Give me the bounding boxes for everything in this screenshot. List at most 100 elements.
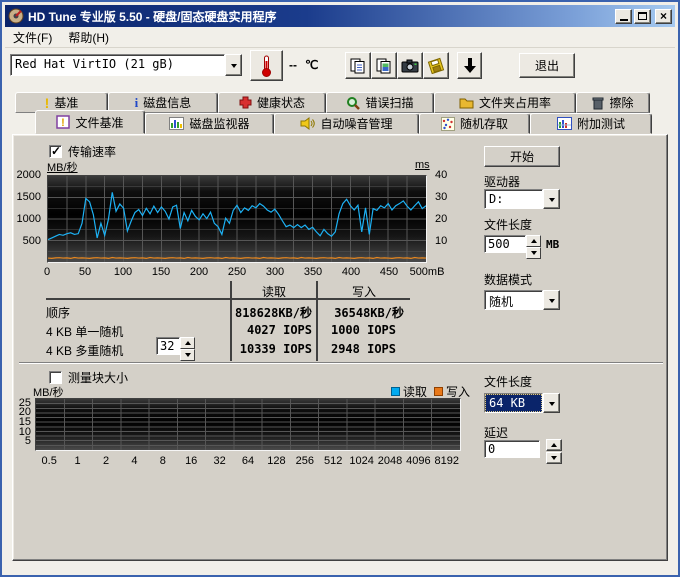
bottom-chart-x-axis: 0.512481632641282565121024204840968192: [35, 455, 461, 469]
axis-tick-label: 250: [228, 266, 246, 278]
tab-label: 自动噪音管理: [320, 115, 392, 132]
data-mode-combo[interactable]: 随机: [484, 290, 560, 310]
tab-label: 擦除: [609, 94, 633, 111]
block-size-label: 测量块大小: [68, 369, 128, 386]
axis-tick-label: 512: [324, 455, 342, 467]
axis-tick-label: 25: [19, 397, 31, 409]
drive-select[interactable]: Red Hat VirtIO (21 gB): [10, 54, 242, 76]
exclamation-icon: !: [45, 95, 50, 111]
minimize-button[interactable]: [615, 9, 632, 24]
drive-combo[interactable]: D:: [484, 189, 560, 209]
axis-tick-label: 200: [190, 266, 208, 278]
delay-input[interactable]: [484, 440, 540, 458]
random-dots-icon: [441, 117, 455, 131]
menu-file[interactable]: 文件(F): [5, 27, 60, 48]
axis-tick-label: 2000: [17, 169, 41, 181]
table-read-header: 读取: [232, 283, 316, 300]
spin-down-button[interactable]: [546, 452, 562, 464]
block-file-length-combo[interactable]: 64 KB: [484, 393, 560, 413]
table-row-write-value: 1000 IOPS: [318, 323, 396, 337]
tab-erase[interactable]: 擦除: [576, 92, 650, 113]
transfer-rate-checkbox[interactable]: [49, 145, 62, 158]
table-row-write-value: 2948 IOPS: [318, 342, 396, 356]
data-series-line: [48, 258, 426, 259]
main-chart-y-left-label: MB/秒: [47, 159, 78, 175]
file-length-value: 500: [484, 235, 526, 253]
temperature-value: --: [289, 58, 297, 72]
tab-disk-monitor[interactable]: 磁盘监视器: [145, 113, 274, 134]
axis-tick-label: 128: [267, 455, 285, 467]
block-file-length-arrow[interactable]: [543, 393, 560, 413]
drive-label: 驱动器: [484, 173, 520, 190]
axis-tick-label: 500mB: [410, 266, 445, 278]
delay-spinner: [546, 439, 562, 460]
close-button[interactable]: ×: [655, 9, 672, 24]
section-divider: [19, 362, 663, 364]
bar-chart-icon: [169, 117, 184, 130]
chevron-up-icon: [551, 440, 557, 447]
spin-up-button[interactable]: [526, 235, 541, 247]
download-button[interactable]: [457, 52, 482, 79]
drive-combo-value: D:: [484, 189, 543, 209]
delay-label: 延迟: [484, 424, 508, 441]
menu-bar: 文件(F) 帮助(H): [5, 27, 675, 48]
transfer-rate-chart: [47, 175, 427, 263]
spin-down-button[interactable]: [180, 349, 195, 361]
table-row-label: 4 KB 多重随机: [46, 342, 123, 359]
block-size-checkbox[interactable]: [49, 371, 62, 384]
data-mode-value: 随机: [484, 290, 543, 310]
axis-tick-label: 2048: [378, 455, 402, 467]
magnifier-icon: [346, 96, 360, 110]
data-mode-arrow[interactable]: [543, 290, 560, 310]
svg-text:!: !: [62, 117, 66, 129]
table-row-write-value: 36548KB/秒: [318, 304, 404, 321]
copy-image-button[interactable]: [371, 52, 397, 79]
tab-extra-tests[interactable]: 附加测试: [530, 113, 652, 134]
drive-select-arrow[interactable]: [225, 54, 242, 76]
table-row-label: 顺序: [46, 304, 70, 321]
spin-up-button[interactable]: [546, 439, 562, 451]
axis-tick-label: 8192: [435, 455, 459, 467]
axis-tick-label: 1000: [17, 213, 41, 225]
title-bar[interactable]: HD Tune 专业版 5.50 - 硬盘/固态硬盘实用程序 ×: [5, 5, 675, 27]
axis-tick-label: 10: [435, 235, 447, 247]
start-button[interactable]: 开始: [484, 146, 560, 167]
main-chart-right-axis: 10203040: [431, 175, 461, 263]
queue-depth-spinner[interactable]: 32: [156, 337, 195, 355]
tab-label: 文件夹占用率: [479, 94, 551, 111]
axis-tick-label: 1500: [17, 191, 41, 203]
axis-tick-label: 30: [435, 191, 447, 203]
tab-folder-usage[interactable]: 文件夹占用率: [434, 92, 576, 113]
transfer-rate-label: 传输速率: [68, 143, 116, 160]
temperature-button[interactable]: [250, 50, 283, 81]
file-benchmark-icon: !: [56, 115, 70, 129]
thermometer-icon: [261, 54, 272, 78]
chevron-down-icon: [531, 251, 537, 258]
tab-aam[interactable]: 自动噪音管理: [274, 113, 419, 134]
tab-file-benchmark[interactable]: ! 文件基准: [35, 110, 145, 134]
axis-tick-label: 500: [23, 235, 41, 247]
toolbar: Red Hat VirtIO (21 gB) -- ℃: [5, 49, 675, 89]
spin-up-button[interactable]: [180, 337, 195, 349]
temperature-unit: ℃: [305, 58, 318, 72]
screenshot-button[interactable]: [397, 52, 423, 79]
tab-random-access[interactable]: 随机存取: [419, 113, 530, 134]
axis-tick-label: 450: [380, 266, 398, 278]
save-results-button[interactable]: [423, 52, 449, 79]
block-file-length-value: 64 KB: [484, 393, 543, 413]
tab-error-scan[interactable]: 错误扫描: [326, 92, 434, 113]
menu-help[interactable]: 帮助(H): [60, 27, 117, 48]
copy-text-button[interactable]: [345, 52, 371, 79]
maximize-button[interactable]: [634, 9, 651, 24]
tab-health[interactable]: 健康状态: [218, 92, 326, 113]
download-arrow-icon: [463, 57, 477, 74]
save-results-icon: [427, 57, 445, 74]
drive-combo-arrow[interactable]: [543, 189, 560, 209]
tab-label: 错误扫描: [365, 94, 413, 111]
table-row-read-value: 10339 IOPS: [232, 342, 312, 356]
axis-tick-label: 64: [242, 455, 254, 467]
file-length-spinner[interactable]: 500: [484, 235, 541, 253]
spin-down-button[interactable]: [526, 247, 541, 259]
screenshot-camera-icon: [401, 58, 419, 73]
exit-button[interactable]: 退出: [519, 53, 575, 78]
